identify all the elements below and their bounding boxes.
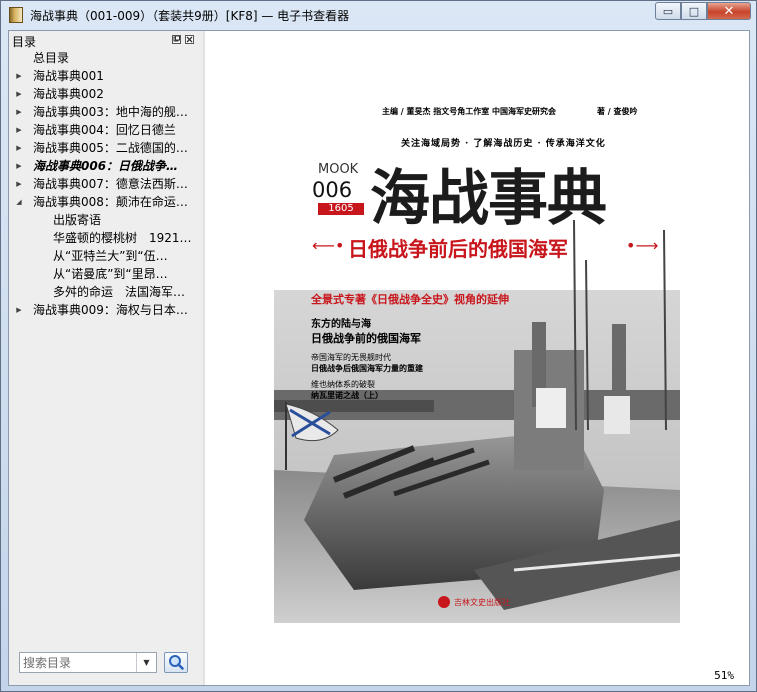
toc-search-combobox[interactable]: ▼ <box>19 652 157 673</box>
toc-item[interactable]: 总目录 <box>9 49 203 67</box>
toc-title: 目录 <box>12 35 37 49</box>
chevron-down-icon[interactable]: ▼ <box>136 653 156 672</box>
toc-item[interactable]: ▶ 海战事典001 <box>9 67 203 85</box>
app-window: 海战事典（001-009）（套装共9册）[KF8] — 电子书查看器 ▭ □ ✕… <box>0 0 757 692</box>
cover-issue-code: 1605 <box>318 203 364 215</box>
close-button[interactable]: ✕ <box>707 2 751 20</box>
close-icon: ✕ <box>723 3 735 19</box>
toc-item-label: 海战事典004：回忆日德兰 <box>33 123 176 137</box>
collapsed-arrow-icon[interactable]: ▶ <box>14 121 24 139</box>
toc-item[interactable]: 从“诺曼底”到“里昂… <box>9 265 203 283</box>
cover-tagline: 关注海域局势 · 了解海战历史 · 传承海洋文化 <box>401 139 606 149</box>
main-client-area: 目录 总目录 ▶ 海战事典001 ▶ 海战事典002 ▶ 海战事典003：地中海的舰… ▶ 海战… <box>8 30 750 686</box>
toc-item[interactable]: ▶ 海战事典005：二战德国的… <box>9 139 203 157</box>
toc-item[interactable]: 华盛顿的樱桃树 1921… <box>9 229 203 247</box>
toc-item-label: 海战事典009：海权与日本… <box>33 303 188 317</box>
book-viewer[interactable]: 主编 / 董旻杰 指文号角工作室 中国海军史研究会 著 / 查俊吟 关注海域局势… <box>205 31 749 685</box>
toc-item-label: 多舛的命运 法国海军… <box>53 285 186 299</box>
toc-item-label: 海战事典006：日俄战争… <box>33 159 179 173</box>
window-title: 海战事典（001-009）（套装共9册）[KF8] — 电子书查看器 <box>30 9 350 23</box>
toc-item[interactable]: ▶ 海战事典007：德意法西斯… <box>9 175 203 193</box>
cover-highlight: 全景式专著《日俄战争全史》视角的延伸 <box>311 293 509 306</box>
cover-topic2-b: 日俄战争后俄国海军力量的重建 <box>311 364 423 373</box>
toc-item-label: 从“亚特兰大”到“伍… <box>53 249 168 263</box>
collapsed-arrow-icon[interactable]: ▶ <box>14 139 24 157</box>
expanded-arrow-icon[interactable]: ◢ <box>14 193 24 211</box>
search-button[interactable] <box>164 652 188 673</box>
title-bar: 海战事典（001-009）（套装共9册）[KF8] — 电子书查看器 ▭ □ ✕ <box>1 1 756 29</box>
toc-item[interactable]: ◢ 海战事典008：颠沛在命运… <box>9 193 203 211</box>
toc-item[interactable]: 从“亚特兰大”到“伍… <box>9 247 203 265</box>
toc-tree: 总目录 ▶ 海战事典001 ▶ 海战事典002 ▶ 海战事典003：地中海的舰… ▶ 海战事典0… <box>9 49 203 319</box>
toc-item[interactable]: ▶ 海战事典003：地中海的舰… <box>9 103 203 121</box>
close-panel-icon[interactable] <box>185 35 194 44</box>
cover-topic1-b: 日俄战争前的俄国海军 <box>311 332 421 345</box>
collapsed-arrow-icon[interactable]: ▶ <box>14 85 24 103</box>
toc-item-label: 海战事典008：颠沛在命运… <box>33 195 188 209</box>
toc-header: 目录 <box>9 31 203 49</box>
minimize-button[interactable]: ▭ <box>655 2 681 20</box>
toc-item[interactable]: ▶ 海战事典009：海权与日本… <box>9 301 203 319</box>
book-cover-page: 主编 / 董旻杰 指文号角工作室 中国海军史研究会 著 / 查俊吟 关注海域局势… <box>274 50 680 623</box>
zoom-level: 51% <box>714 669 734 682</box>
toc-search-input[interactable] <box>20 653 139 672</box>
collapsed-arrow-icon[interactable]: ▶ <box>14 301 24 319</box>
cover-subtitle: 日俄战争前后的俄国海军 <box>348 237 568 261</box>
cover-topic2-a: 帝国海军的无畏舰时代 <box>311 353 391 362</box>
cover-editors: 主编 / 董旻杰 指文号角工作室 中国海军史研究会 <box>382 106 557 116</box>
toc-item[interactable]: ▶ 海战事典002 <box>9 85 203 103</box>
cover-author: 著 / 查俊吟 <box>597 106 638 116</box>
window-controls: ▭ □ ✕ <box>655 2 751 21</box>
cover-publisher: 吉林文史出版社 <box>454 598 510 607</box>
toc-item-label: 从“诺曼底”到“里昂… <box>53 267 168 281</box>
search-icon <box>169 655 184 670</box>
toc-item-label: 海战事典001 <box>33 69 104 83</box>
toc-item-label: 海战事典007：德意法西斯… <box>33 177 188 191</box>
toc-item-label: 海战事典005：二战德国的… <box>33 141 188 155</box>
toc-item-label: 总目录 <box>33 51 70 65</box>
toc-item-label: 出版寄语 <box>53 213 102 227</box>
toc-item-label: 海战事典003：地中海的舰… <box>33 105 188 119</box>
undock-icon[interactable] <box>172 35 181 44</box>
cover-topic1-a: 东方的陆与海 <box>311 319 371 330</box>
toc-sidebar: 目录 总目录 ▶ 海战事典001 ▶ 海战事典002 ▶ 海战事典003：地中海的舰… ▶ 海战… <box>9 31 203 685</box>
toc-item-label: 海战事典002 <box>33 87 104 101</box>
book-app-icon <box>9 7 23 23</box>
toc-item[interactable]: ▶ 海战事典004：回忆日德兰 <box>9 121 203 139</box>
toc-item[interactable]: 出版寄语 <box>9 211 203 229</box>
toc-item-label: 华盛顿的樱桃树 1921… <box>53 231 192 245</box>
collapsed-arrow-icon[interactable]: ▶ <box>14 103 24 121</box>
cover-topic3-a: 维也纳体系的破裂 <box>311 380 375 389</box>
collapsed-arrow-icon[interactable]: ▶ <box>14 157 24 175</box>
toc-item[interactable]: ▶ 海战事典006：日俄战争… <box>9 157 203 175</box>
minimize-icon: ▭ <box>662 4 674 18</box>
collapsed-arrow-icon[interactable]: ▶ <box>14 175 24 193</box>
collapsed-arrow-icon[interactable]: ▶ <box>14 67 24 85</box>
cover-topic3-b: 纳瓦里诺之战（上） <box>311 391 383 400</box>
cover-right-arrow: •⟶ <box>626 236 659 255</box>
maximize-icon: □ <box>688 4 700 18</box>
maximize-button[interactable]: □ <box>681 2 707 20</box>
cover-left-arrow: ⟵• <box>312 236 345 255</box>
cover-mook-label: MOOK <box>318 162 359 177</box>
cover-issue-number: 006 <box>312 178 353 202</box>
cover-title: 海战事典 <box>370 164 607 234</box>
toc-item[interactable]: 多舛的命运 法国海军… <box>9 283 203 301</box>
